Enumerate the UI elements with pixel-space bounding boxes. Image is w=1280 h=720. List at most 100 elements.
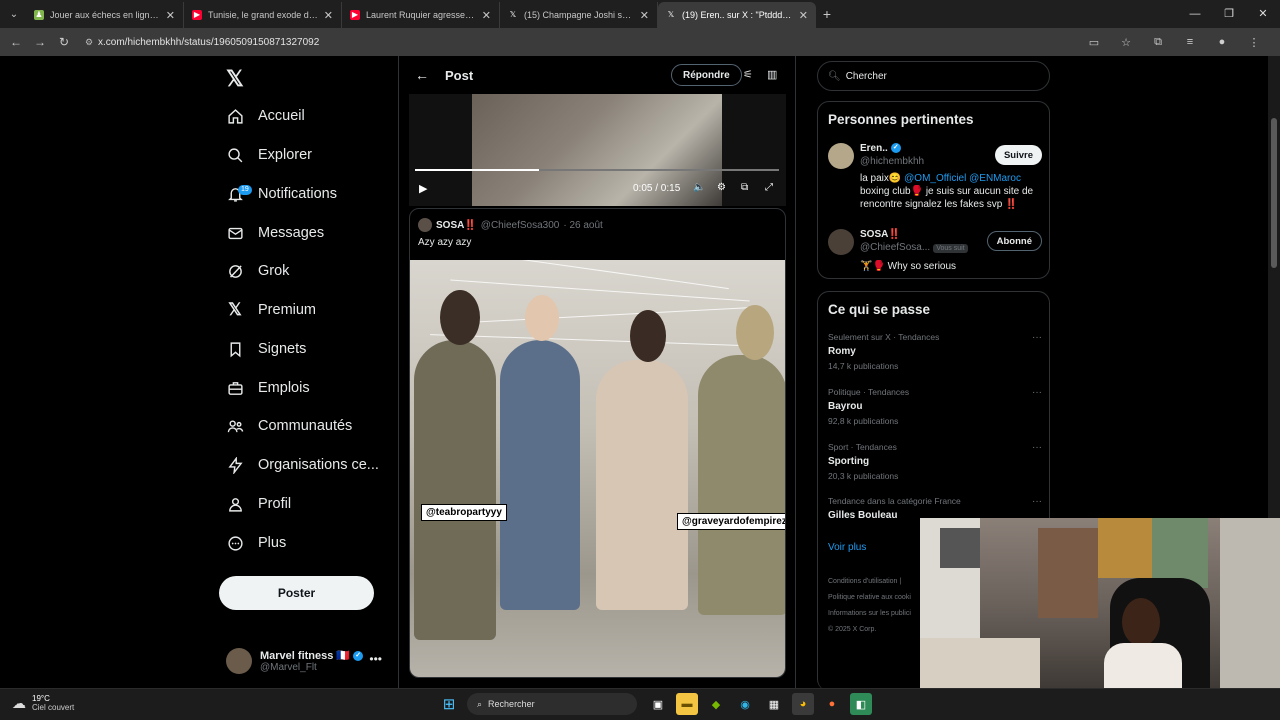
nav-item-communautes[interactable]: Communautés	[226, 411, 352, 441]
search-icon: ⌕	[477, 698, 483, 709]
windows-start-icon[interactable]: ⊞	[438, 693, 460, 715]
nav-item-grok[interactable]: Grok	[226, 256, 289, 286]
volume-icon[interactable]: 🔈	[693, 182, 705, 193]
url-field[interactable]: ⚙ x.com/hichembkhh/status/19605091508713…	[80, 32, 1095, 52]
bio-mention-link[interactable]: @OM_Officiel @ENMaroc	[904, 173, 1021, 184]
post-button[interactable]: Poster	[219, 576, 374, 610]
more-options-icon[interactable]: •••	[369, 652, 382, 666]
pip-icon[interactable]: ⧉	[741, 182, 748, 193]
quote-photo[interactable]: @teabropartyyy @graveyardofempirez	[410, 260, 785, 677]
person-card[interactable]: SOSA‼️ @ChieefSosa... Vous suit 🏋️🥊 Why s…	[828, 229, 1042, 274]
search-icon: 🔍︎	[828, 70, 841, 82]
profile-icon[interactable]: ●	[1206, 36, 1238, 48]
star-icon[interactable]: ☆	[1110, 36, 1142, 49]
close-tab-icon[interactable]: ✕	[640, 9, 649, 22]
nav-item-explorer[interactable]: Explorer	[226, 140, 312, 170]
taskbar-search[interactable]: ⌕ Rechercher	[467, 693, 637, 715]
bio-text: boxing club🥊 je suis sur aucun site de r…	[860, 186, 1034, 210]
browser-tab-2[interactable]: ▶ Laurent Ruquier agresse un ✕	[342, 2, 500, 28]
close-window-icon[interactable]: ✕	[1246, 0, 1280, 28]
tab-list-button[interactable]: ⌄	[2, 2, 26, 26]
footer-link[interactable]: Informations sur les publici	[828, 606, 911, 622]
back-arrow-icon[interactable]: ←	[405, 67, 439, 83]
see-more-link[interactable]: Voir plus	[828, 542, 866, 553]
new-tab-button[interactable]: +	[816, 6, 838, 22]
video-player[interactable]: ▶ 0:05 / 0:15 🔈 ⚙ ⧉ ⤢	[409, 94, 786, 206]
fullscreen-icon[interactable]: ⤢	[765, 182, 773, 193]
more-options-icon[interactable]: ···	[1032, 496, 1042, 507]
restore-icon[interactable]: ❐	[1212, 0, 1246, 28]
filter-icon[interactable]: ⚟	[743, 68, 753, 81]
browser-tab-3[interactable]: 𝕏 (15) Champagne Joshi sur X : "L ✕	[500, 2, 658, 28]
account-switcher[interactable]: Marvel fitness 🇫🇷 ✓ @Marvel_Flt •••	[226, 644, 396, 678]
nav-item-emplois[interactable]: Emplois	[226, 373, 310, 403]
nav-item-notifications[interactable]: 19 Notifications	[226, 179, 337, 209]
trend-item[interactable]: Seulement sur X · Tendances Romy 14,7 k …	[828, 332, 1042, 371]
quoted-post[interactable]: SOSA‼️ @ChieefSosa300 · 26 août Azy azy …	[409, 208, 786, 678]
menu-icon[interactable]: ⋮	[1238, 36, 1270, 49]
notification-badge: 19	[238, 185, 252, 195]
scrollbar-thumb[interactable]	[1271, 118, 1277, 268]
progress-fill	[415, 169, 539, 171]
settings-icon[interactable]: ⚙	[717, 182, 726, 193]
chrome-icon[interactable]: ◕	[792, 693, 814, 715]
reader-view-icon[interactable]: ▥	[767, 68, 777, 81]
quote-text: Azy azy azy	[418, 237, 472, 248]
nav-item-accueil[interactable]: Accueil	[226, 101, 305, 131]
nav-item-plus[interactable]: Plus	[226, 528, 286, 558]
x-favicon-icon: 𝕏	[509, 10, 517, 19]
site-info-icon[interactable]: ⚙	[80, 37, 98, 48]
browser-tab-0[interactable]: ♟ Jouer aux échecs en ligne contr ✕	[26, 2, 184, 28]
following-button[interactable]: Abonné	[986, 231, 1042, 251]
nav-item-messages[interactable]: Messages	[226, 218, 324, 248]
extensions-icon[interactable]: ⧉	[1142, 36, 1174, 49]
reading-list-icon[interactable]: ≡	[1174, 36, 1206, 48]
trend-name: Romy	[828, 346, 856, 357]
back-icon[interactable]: ←	[4, 35, 28, 49]
more-options-icon[interactable]: ···	[1032, 442, 1042, 453]
reply-button[interactable]: Répondre	[671, 64, 742, 86]
trend-item[interactable]: Sport · Tendances Sporting 20,3 k public…	[828, 442, 1042, 481]
weather-widget[interactable]: ☁ 19°C Ciel couvert	[12, 694, 74, 712]
more-options-icon[interactable]: ···	[1032, 332, 1042, 343]
avatar	[828, 143, 854, 169]
nav-item-organisations[interactable]: Organisations ce...	[226, 450, 379, 480]
reload-icon[interactable]: ↻	[52, 35, 76, 49]
cast-icon[interactable]: ▭	[1078, 36, 1110, 49]
browser-tab-4[interactable]: 𝕏 (19) Eren.. sur X : "Ptddddddrrr ✕	[658, 2, 816, 28]
forward-icon[interactable]: →	[28, 35, 52, 49]
play-icon[interactable]: ▶	[419, 182, 427, 195]
trend-count: 20,3 k publications	[828, 471, 899, 481]
edge-icon[interactable]: ◉	[734, 693, 756, 715]
trend-item[interactable]: Politique · Tendances Bayrou 92,8 k publ…	[828, 387, 1042, 426]
close-tab-icon[interactable]: ✕	[482, 9, 491, 22]
temperature: 19°C	[32, 694, 50, 703]
nav-item-premium[interactable]: 𝕏 Premium	[226, 295, 316, 325]
search-input[interactable]: 🔍︎ Chercher	[817, 61, 1050, 91]
more-options-icon[interactable]: ···	[1032, 387, 1042, 398]
file-explorer-icon[interactable]: ▬	[676, 693, 698, 715]
minimize-icon[interactable]: —	[1178, 0, 1212, 28]
video-progress-bar[interactable]	[415, 169, 779, 171]
close-tab-icon[interactable]: ✕	[166, 9, 175, 22]
x-logo-icon[interactable]: 𝕏	[226, 66, 244, 92]
taskbar-apps: ⊞ ⌕ Rechercher ▣ ▬ ◆ ◉ ▦ ◕ ● ◧	[438, 693, 879, 715]
bio-text: la paix😊	[860, 173, 905, 184]
close-tab-icon[interactable]: ✕	[799, 9, 808, 22]
nav-item-signets[interactable]: Signets	[226, 334, 306, 364]
footer-link[interactable]: Politique relative aux cooki	[828, 590, 911, 606]
person-bio: la paix😊 @OM_Officiel @ENMaroc boxing clu…	[860, 172, 1042, 211]
footer-link[interactable]: Conditions d'utilisation |	[828, 574, 911, 590]
trend-meta: Seulement sur X · Tendances	[828, 332, 940, 342]
task-view-icon[interactable]: ▣	[647, 693, 669, 715]
search-icon	[226, 146, 244, 164]
store-icon[interactable]: ▦	[763, 693, 785, 715]
browser-tab-1[interactable]: ▶ Tunisie, le grand exode des mé ✕	[184, 2, 342, 28]
person-card[interactable]: Eren.. ✓ @hichembkhh la paix😊 @OM_Officie…	[828, 143, 1042, 215]
follow-button[interactable]: Suivre	[994, 145, 1042, 165]
firefox-icon[interactable]: ●	[821, 693, 843, 715]
app-icon[interactable]: ◧	[850, 693, 872, 715]
close-tab-icon[interactable]: ✕	[324, 9, 333, 22]
nvidia-icon[interactable]: ◆	[705, 693, 727, 715]
nav-item-profil[interactable]: Profil	[226, 489, 291, 519]
